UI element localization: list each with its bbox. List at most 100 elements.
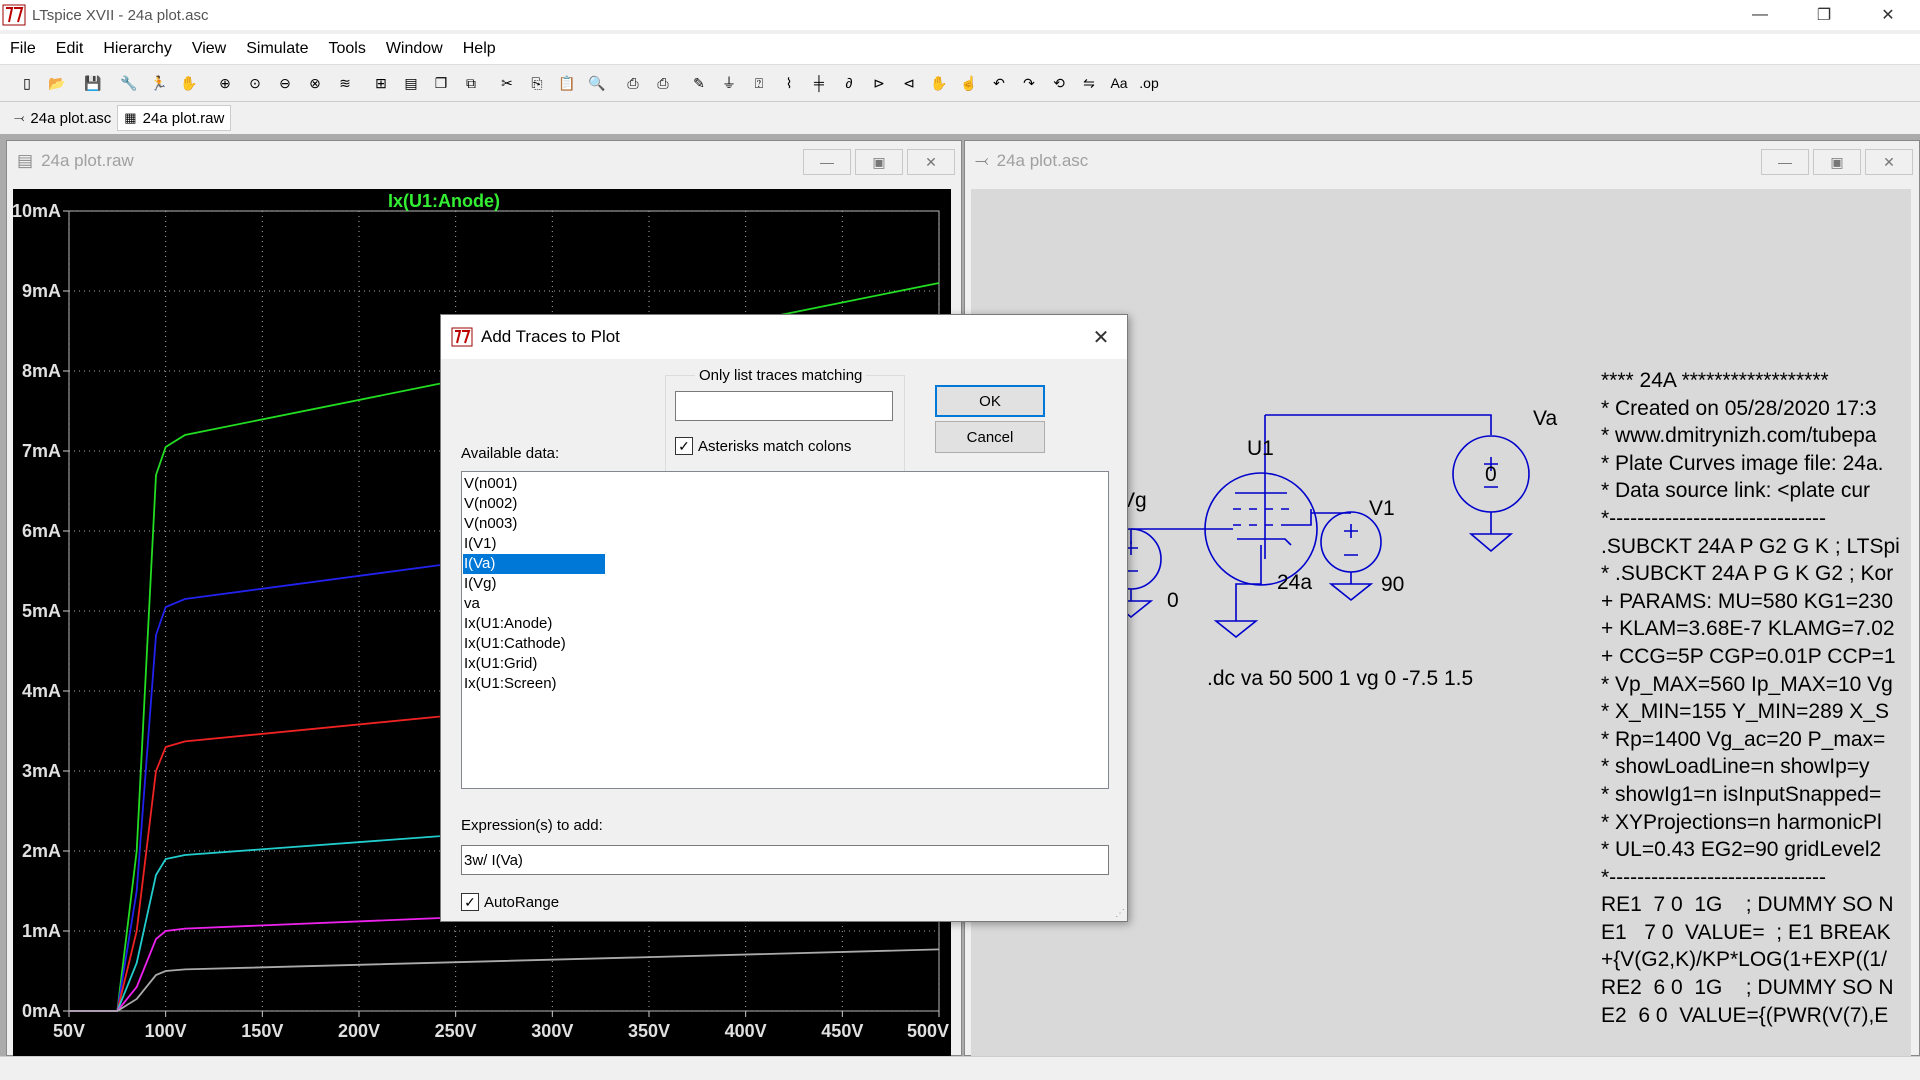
- run-icon[interactable]: 🏃: [146, 70, 172, 96]
- autorange-checkbox[interactable]: ✓ AutoRange: [461, 893, 559, 911]
- label-va: Va: [1533, 407, 1557, 430]
- ground-icon[interactable]: ⏚: [716, 70, 742, 96]
- menu-window[interactable]: Window: [376, 40, 453, 58]
- spice-directive[interactable]: .dc va 50 500 1 vg 0 -7.5 1.5: [1207, 667, 1473, 690]
- draw-wire-icon[interactable]: ✎: [686, 70, 712, 96]
- trace-item[interactable]: Ix(U1:Anode): [463, 614, 605, 634]
- capacitor-icon[interactable]: ╪: [806, 70, 832, 96]
- autorange-label: AutoRange: [484, 893, 560, 911]
- netlist-line: * UL=0.43 EG2=90 gridLevel2: [1601, 838, 1882, 862]
- cut-icon[interactable]: ✂: [494, 70, 520, 96]
- ok-button[interactable]: OK: [935, 385, 1045, 417]
- y-tick-label: 0mA: [22, 1001, 61, 1021]
- x-tick-label: 450V: [821, 1021, 863, 1041]
- plot-maximize-button[interactable]: ▣: [855, 149, 903, 175]
- menu-file[interactable]: File: [0, 40, 46, 58]
- source-v1[interactable]: [1320, 511, 1382, 573]
- netlist-text[interactable]: **** 24A ****************** * Created on …: [1601, 367, 1900, 1029]
- resistor-icon[interactable]: ⌇: [776, 70, 802, 96]
- print-setup-icon[interactable]: ⎙: [650, 70, 676, 96]
- trace-item[interactable]: I(Va): [463, 554, 605, 574]
- open-icon[interactable]: 📂: [44, 70, 70, 96]
- ground-v1[interactable]: [1328, 583, 1374, 602]
- copy-icon[interactable]: ⎘: [524, 70, 550, 96]
- schematic-minimize-button[interactable]: —: [1761, 149, 1809, 175]
- trace-item[interactable]: I(Vg): [463, 574, 605, 594]
- asterisks-checkbox[interactable]: ✓ Asterisks match colons: [675, 437, 851, 455]
- find-icon[interactable]: 🔍: [584, 70, 610, 96]
- trace-item[interactable]: Ix(U1:Grid): [463, 654, 605, 674]
- ground-tube[interactable]: [1213, 620, 1259, 639]
- text-icon[interactable]: Aa: [1106, 70, 1132, 96]
- x-tick-label: 150V: [241, 1021, 283, 1041]
- schematic-maximize-button[interactable]: ▣: [1813, 149, 1861, 175]
- trace-item[interactable]: V(n001): [463, 474, 605, 494]
- undo-icon[interactable]: ↶: [986, 70, 1012, 96]
- plot-close-button[interactable]: ✕: [907, 149, 955, 175]
- move-icon[interactable]: ✋: [926, 70, 952, 96]
- filter-input[interactable]: [675, 391, 893, 421]
- component-icon[interactable]: ⊲: [896, 70, 922, 96]
- zoom-out-icon[interactable]: ⊖: [272, 70, 298, 96]
- trace-item[interactable]: Ix(U1:Screen): [463, 674, 605, 694]
- diode-icon[interactable]: ⊳: [866, 70, 892, 96]
- schematic-close-button[interactable]: ✕: [1865, 149, 1913, 175]
- zoom-pan-icon[interactable]: ⊙: [242, 70, 268, 96]
- menu-hierarchy[interactable]: Hierarchy: [93, 40, 181, 58]
- tile-icon[interactable]: ▤: [398, 70, 424, 96]
- expression-label: Expression(s) to add:: [461, 817, 603, 834]
- paste-icon[interactable]: 📋: [554, 70, 580, 96]
- chart-title: Ix(U1:Anode): [388, 191, 500, 211]
- expression-input[interactable]: 3w/ I(Va): [461, 845, 1109, 875]
- control-panel-icon[interactable]: 🔧: [116, 70, 142, 96]
- wire-va[interactable]: [1265, 414, 1492, 435]
- dialog-close-button[interactable]: ✕: [1075, 315, 1127, 359]
- tab-schematic[interactable]: ⤙ 24a plot.asc: [8, 105, 117, 131]
- grid-icon[interactable]: ⊞: [368, 70, 394, 96]
- ltspice-logo-icon: [2, 4, 26, 26]
- print-icon[interactable]: ⎙: [620, 70, 646, 96]
- drag-icon[interactable]: ☝: [956, 70, 982, 96]
- autorange-icon[interactable]: ≋: [332, 70, 358, 96]
- menu-simulate[interactable]: Simulate: [236, 40, 318, 58]
- zoom-fit-icon[interactable]: ⊗: [302, 70, 328, 96]
- tab-waveform[interactable]: ▦ 24a plot.raw: [117, 105, 232, 131]
- trace-item[interactable]: V(n002): [463, 494, 605, 514]
- cancel-button[interactable]: Cancel: [935, 421, 1045, 453]
- menu-edit[interactable]: Edit: [46, 40, 94, 58]
- resize-grip-icon[interactable]: ⋰: [1115, 908, 1125, 919]
- netlist-line: +{V(G2,K)/KP*LOG(1+EXP((1/: [1601, 948, 1887, 972]
- rotate-icon[interactable]: ⟲: [1046, 70, 1072, 96]
- save-icon[interactable]: 💾: [80, 70, 106, 96]
- inductor-icon[interactable]: ∂: [836, 70, 862, 96]
- label-v1: V1: [1369, 497, 1395, 520]
- status-bar: [0, 1056, 1920, 1080]
- menu-bar: File Edit Hierarchy View Simulate Tools …: [0, 34, 1920, 64]
- ground-va[interactable]: [1468, 533, 1514, 553]
- spice-directive-icon[interactable]: .op: [1136, 70, 1162, 96]
- cascade-icon[interactable]: ❐: [428, 70, 454, 96]
- plot-minimize-button[interactable]: —: [803, 149, 851, 175]
- netlist-line: * www.dmitrynizh.com/tubepa: [1601, 424, 1877, 448]
- trace-item[interactable]: Ix(U1:Cathode): [463, 634, 605, 654]
- zoom-in-icon[interactable]: ⊕: [212, 70, 238, 96]
- close-button[interactable]: ✕: [1856, 0, 1920, 30]
- wire-screen[interactable]: [1289, 509, 1351, 526]
- halt-icon[interactable]: ✋: [176, 70, 202, 96]
- trace-item[interactable]: I(V1): [463, 534, 605, 554]
- menu-help[interactable]: Help: [453, 40, 506, 58]
- redo-icon[interactable]: ↷: [1016, 70, 1042, 96]
- maximize-button[interactable]: ❐: [1792, 0, 1856, 30]
- menu-view[interactable]: View: [182, 40, 236, 58]
- label-net-icon[interactable]: ⍰: [746, 70, 772, 96]
- new-schematic-icon[interactable]: ▯: [14, 70, 40, 96]
- available-traces-list[interactable]: V(n001) V(n002) V(n003) I(V1) I(Va) I(Vg) va Ix…: [461, 471, 1109, 789]
- minimize-button[interactable]: —: [1728, 0, 1792, 30]
- close-all-icon[interactable]: ⧉: [458, 70, 484, 96]
- menu-tools[interactable]: Tools: [318, 40, 375, 58]
- trace-item[interactable]: V(n003): [463, 514, 605, 534]
- y-tick-label: 7mA: [22, 441, 61, 461]
- mirror-icon[interactable]: ⇋: [1076, 70, 1102, 96]
- trace-item[interactable]: va: [463, 594, 605, 614]
- x-tick-label: 200V: [338, 1021, 380, 1041]
